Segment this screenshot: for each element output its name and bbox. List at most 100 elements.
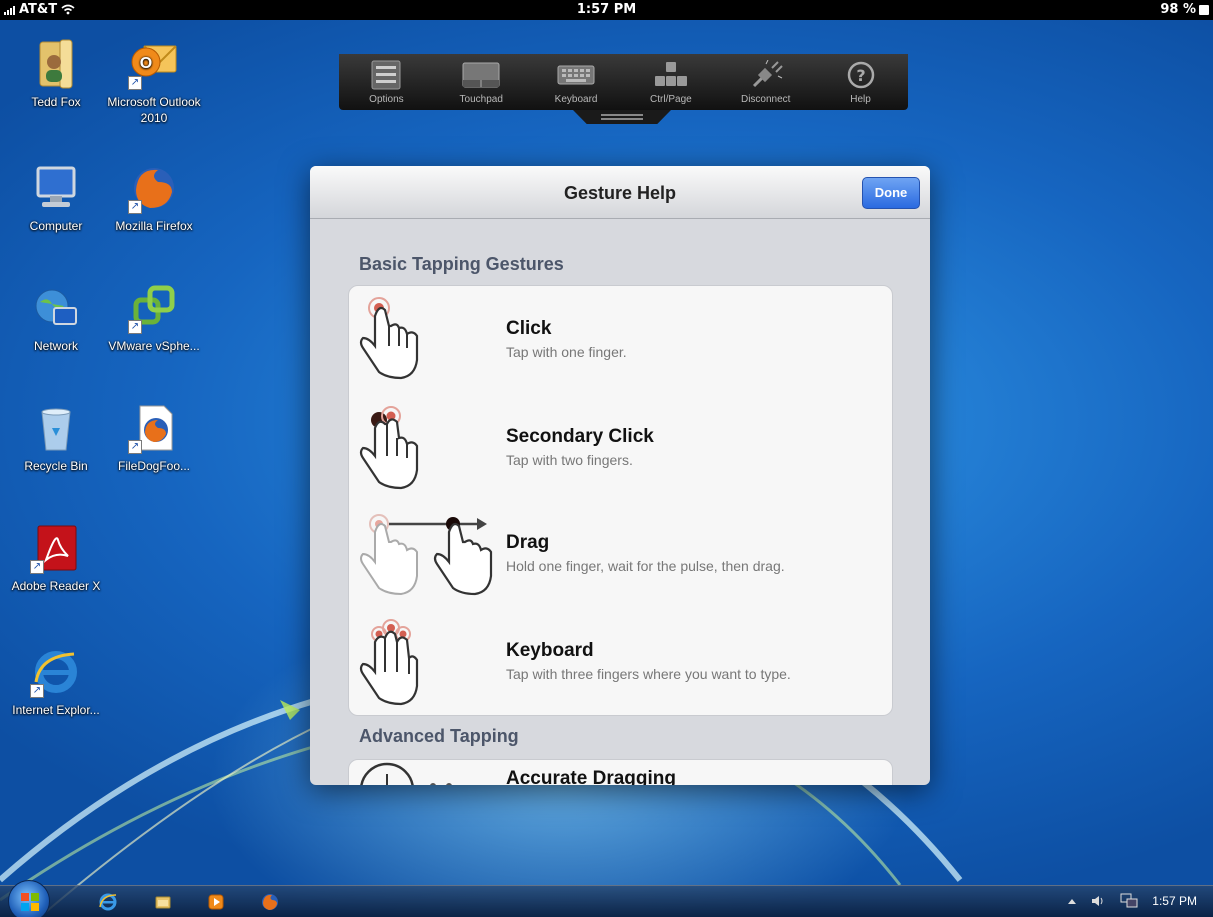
start-button[interactable] — [8, 880, 50, 917]
desktop-icon-label: Internet Explor... — [12, 703, 100, 717]
media-player-icon[interactable] — [206, 892, 226, 912]
gesture-title: Click — [506, 318, 552, 339]
toolbar-label: Keyboard — [554, 94, 598, 105]
toolbar-label: Help — [850, 94, 871, 105]
shortcut-arrow-icon: ↗ — [128, 76, 142, 90]
gesture-row-keyboard: Keyboard Tap with three fingers where yo… — [349, 610, 892, 715]
one-finger-tap-icon — [359, 297, 419, 380]
network-icon — [30, 282, 82, 334]
ctrl-page-icon — [654, 62, 687, 86]
desktop-icon-label: FileDogFoo... — [117, 459, 191, 473]
ios-status-bar: AT&T 1:57 PM 98 % — [0, 0, 1213, 20]
desktop-icon-internet-explorer[interactable]: ↗ Internet Explor... — [8, 646, 104, 718]
desktop-icon-label: Computer — [29, 219, 83, 233]
desktop-icon-computer[interactable]: Computer — [8, 162, 104, 234]
remote-toolbar: Options Touchpad Keyboard Ctrl/Page Disc… — [339, 54, 908, 110]
shortcut-arrow-icon: ↗ — [30, 560, 44, 574]
windows-taskbar: 1:57 PM — [0, 880, 1213, 917]
desktop-icon-tedd-fox[interactable]: Tedd Fox — [8, 38, 104, 110]
accurate-dragging-icon — [360, 762, 452, 785]
dialog-header: Gesture Help Done — [310, 166, 930, 219]
gesture-title: Secondary Click — [506, 426, 654, 447]
shortcut-arrow-icon: ↗ — [128, 200, 142, 214]
gesture-description: Tap with one finger. — [506, 344, 627, 360]
svg-text:O: O — [140, 55, 152, 72]
shortcut-arrow-icon: ↗ — [128, 440, 142, 454]
toolbar-pull-handle[interactable] — [573, 110, 671, 124]
desktop-icon-filedogfoo[interactable]: ↗ FileDogFoo... — [106, 402, 202, 474]
desktop-icon-outlook[interactable]: O ↗ Microsoft Outlook 2010 — [106, 38, 202, 126]
toolbar-label: Disconnect — [740, 94, 791, 105]
advanced-gestures-card: Accurate Dragging — [348, 759, 893, 785]
taskbar-clock[interactable]: 1:57 PM — [1152, 894, 1197, 908]
outlook-icon: O ↗ — [128, 38, 180, 90]
section-header-advanced: Advanced Tapping — [359, 726, 519, 746]
two-finger-tap-icon — [359, 406, 419, 490]
network-tray-icon[interactable] — [1120, 893, 1138, 909]
svg-text:?: ? — [856, 66, 865, 85]
toolbar-keyboard-button[interactable]: Keyboard — [531, 60, 621, 105]
shortcut-arrow-icon: ↗ — [30, 684, 44, 698]
toolbar-options-button[interactable]: Options — [341, 60, 431, 105]
internet-explorer-icon: ↗ — [30, 646, 82, 698]
desktop-icon-label: Recycle Bin — [24, 459, 88, 473]
gesture-row-secondary-click: Secondary Click Tap with two fingers. — [349, 394, 892, 502]
battery-percent: 98 % — [1160, 2, 1196, 17]
show-hidden-icons-icon[interactable] — [1068, 898, 1077, 904]
help-icon: ? — [847, 61, 874, 89]
toolbar-help-button[interactable]: ? Help — [816, 60, 906, 105]
firefox-icon[interactable] — [260, 892, 280, 912]
gesture-title: Keyboard — [506, 640, 594, 661]
desktop-icon-label: Adobe Reader X — [11, 579, 101, 593]
explorer-folder-icon[interactable] — [153, 892, 173, 912]
internet-explorer-icon[interactable] — [98, 892, 118, 912]
section-header-basic: Basic Tapping Gestures — [359, 254, 564, 274]
firefox-icon: ↗ — [128, 162, 180, 214]
firefox-document-icon: ↗ — [128, 402, 180, 454]
battery: 98 % — [1160, 2, 1209, 17]
gesture-title: Drag — [506, 532, 550, 553]
windows-logo-icon — [21, 893, 39, 911]
toolbar-label: Touchpad — [459, 94, 503, 105]
gesture-row-drag: Drag Hold one finger, wait for the pulse… — [349, 502, 892, 610]
toolbar-disconnect-button[interactable]: Disconnect — [721, 60, 811, 105]
gesture-description: Hold one finger, wait for the pulse, the… — [506, 558, 785, 574]
gesture-row-accurate-dragging: Accurate Dragging — [349, 760, 892, 785]
desktop-icon-label: Tedd Fox — [31, 95, 81, 109]
user-folder-icon — [30, 38, 82, 90]
three-finger-tap-icon — [359, 619, 419, 706]
system-tray: 1:57 PM — [1068, 893, 1197, 909]
toolbar-label: Options — [369, 94, 404, 105]
drag-gesture-icon — [360, 514, 493, 596]
desktop-icon-recycle-bin[interactable]: Recycle Bin — [8, 402, 104, 474]
gesture-description: Tap with three fingers where you want to… — [506, 666, 791, 682]
computer-icon — [30, 162, 82, 214]
touchpad-icon — [462, 62, 500, 88]
keyboard-icon — [557, 65, 595, 85]
gesture-title: Accurate Dragging — [506, 768, 676, 785]
toolbar-ctrl-page-button[interactable]: Ctrl/Page — [626, 60, 716, 105]
desktop-icon-firefox[interactable]: ↗ Mozilla Firefox — [106, 162, 202, 234]
shortcut-arrow-icon: ↗ — [128, 320, 142, 334]
toolbar-label: Ctrl/Page — [650, 94, 692, 105]
desktop-icon-label: Network — [33, 339, 78, 353]
gesture-help-dialog: Gesture Help Done Basic Tapping Gestures… — [310, 166, 930, 785]
vmware-icon: ↗ — [128, 282, 180, 334]
battery-icon — [1199, 4, 1209, 15]
gesture-description: Tap with two fingers. — [506, 452, 633, 468]
gesture-row-click: Click Tap with one finger. — [349, 286, 892, 394]
toolbar-touchpad-button[interactable]: Touchpad — [436, 60, 526, 105]
desktop-icon-label: VMware vSphe... — [108, 339, 200, 353]
recycle-bin-icon — [30, 402, 82, 454]
done-button[interactable]: Done — [862, 177, 920, 209]
desktop-icon-adobe-reader[interactable]: ↗ Adobe Reader X — [8, 522, 104, 594]
basic-gestures-card: Click Tap with one finger. Secondary Cli… — [348, 285, 893, 716]
desktop-icon-label: Microsoft Outlook 2010 — [107, 95, 201, 125]
disconnect-plug-icon — [752, 60, 783, 88]
desktop-icon-network[interactable]: Network — [8, 282, 104, 354]
desktop-icon-vmware[interactable]: ↗ VMware vSphe... — [106, 282, 202, 354]
desktop-icon-label: Mozilla Firefox — [115, 219, 193, 233]
status-time: 1:57 PM — [576, 2, 637, 17]
adobe-reader-icon: ↗ — [30, 522, 82, 574]
volume-icon[interactable] — [1090, 894, 1106, 908]
